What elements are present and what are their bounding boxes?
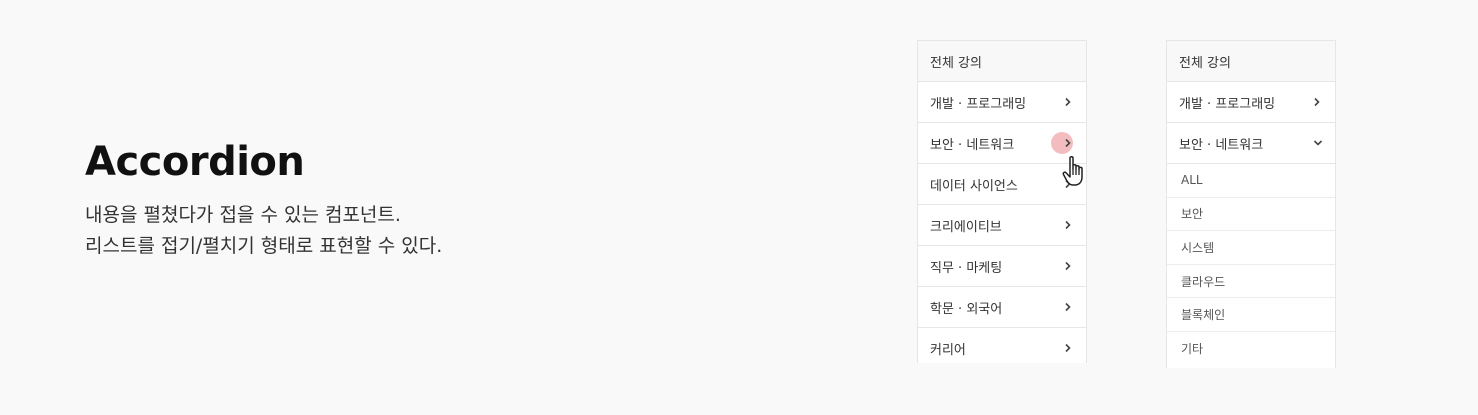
accordion-header[interactable]: 전체 강의	[918, 41, 1086, 82]
accordion-expanded: 전체 강의 개발 · 프로그래밍 보안 · 네트워크 ALL 보안 시스템 클라…	[1166, 40, 1336, 368]
accordion-item-label: 개발 · 프로그래밍	[1179, 96, 1276, 112]
sub-item-label: 보안	[1181, 207, 1204, 222]
accordion-collapsed: 전체 강의 개발 · 프로그래밍 보안 · 네트워크 데이터 사이언스 크리에이…	[917, 40, 1087, 363]
intro-section: Accordion 내용을 펼쳤다가 접을 수 있는 컴포넌트. 리스트를 접기…	[85, 136, 442, 262]
sub-item-label: 시스템	[1181, 240, 1215, 255]
accordion-item-label: 크리에이티브	[930, 219, 1002, 235]
sub-item-cloud[interactable]: 클라우드	[1167, 265, 1335, 299]
accordion-item-marketing[interactable]: 직무 · 마케팅	[918, 246, 1086, 287]
chevron-right-icon	[1313, 97, 1323, 107]
description-line-1: 내용을 펼쳤다가 접을 수 있는 컴포넌트.	[85, 204, 401, 226]
chevron-right-icon	[1064, 220, 1074, 230]
accordion-item-language[interactable]: 학문 · 외국어	[918, 287, 1086, 328]
chevron-right-icon	[1064, 302, 1074, 312]
accordion-item-label: 직무 · 마케팅	[930, 260, 1003, 276]
sub-item-label: ALL	[1181, 173, 1203, 188]
sub-item-etc[interactable]: 기타	[1167, 332, 1335, 366]
accordion-item-security-open[interactable]: 보안 · 네트워크	[1167, 123, 1335, 164]
accordion-item-label: 보안 · 네트워크	[930, 137, 1015, 153]
sub-item-security[interactable]: 보안	[1167, 198, 1335, 232]
accordion-header[interactable]: 전체 강의	[1167, 41, 1335, 82]
accordion-header-label: 전체 강의	[1179, 55, 1231, 71]
chevron-right-icon	[1064, 261, 1074, 271]
sub-item-label: 기타	[1181, 342, 1204, 357]
description-line-2: 리스트를 접기/펼치기 형태로 표현할 수 있다.	[85, 235, 443, 257]
chevron-down-icon	[1313, 139, 1323, 147]
accordion-item-label: 커리어	[930, 342, 966, 358]
page-title: Accordion	[85, 139, 305, 185]
sub-item-blockchain[interactable]: 블록체인	[1167, 298, 1335, 332]
chevron-right-icon	[1064, 97, 1074, 107]
accordion-item-label: 데이터 사이언스	[930, 178, 1018, 194]
description: 내용을 펼쳤다가 접을 수 있는 컴포넌트. 리스트를 접기/펼치기 형태로 표…	[85, 200, 442, 262]
accordion-item-label: 보안 · 네트워크	[1179, 137, 1264, 153]
accordion-item-dev[interactable]: 개발 · 프로그래밍	[1167, 82, 1335, 123]
sub-item-system[interactable]: 시스템	[1167, 231, 1335, 265]
sub-item-label: 블록체인	[1181, 308, 1226, 323]
accordion-item-label: 학문 · 외국어	[930, 301, 1003, 317]
accordion-item-career[interactable]: 커리어	[918, 328, 1086, 363]
sub-item-all[interactable]: ALL	[1167, 164, 1335, 198]
accordion-header-label: 전체 강의	[930, 55, 982, 71]
accordion-item-label: 개발 · 프로그래밍	[930, 96, 1027, 112]
chevron-right-icon	[1064, 343, 1074, 353]
hand-pointer-icon	[1062, 156, 1083, 186]
chevron-right-icon	[1064, 138, 1074, 148]
accordion-item-dev[interactable]: 개발 · 프로그래밍	[918, 82, 1086, 123]
accordion-item-creative[interactable]: 크리에이티브	[918, 205, 1086, 246]
sub-item-label: 클라우드	[1181, 274, 1226, 289]
